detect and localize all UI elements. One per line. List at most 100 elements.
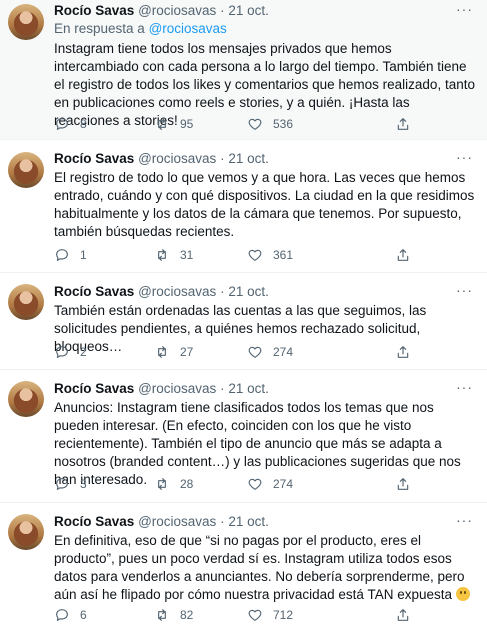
- tweet[interactable]: Rocío Savas @rociosavas · 21 oct. ··· An…: [0, 370, 487, 503]
- separator-dot: ·: [220, 381, 225, 396]
- tweet-text: El registro de todo lo que vemos y a que…: [54, 170, 475, 239]
- upside-down-face-emoji: [455, 587, 470, 601]
- retweet-count: 31: [180, 248, 194, 262]
- tweet-actions: 6 82 712: [54, 607, 473, 625]
- retweet-icon: [158, 609, 166, 621]
- like-button[interactable]: 361: [247, 247, 293, 263]
- tweet-header: Rocío Savas @rociosavas · 21 oct.: [54, 284, 269, 299]
- more-icon[interactable]: ···: [456, 512, 473, 528]
- reply-button[interactable]: 8: [54, 116, 87, 132]
- retweet-count: 27: [180, 345, 194, 359]
- author-name[interactable]: Rocío Savas: [54, 381, 134, 396]
- retweet-button[interactable]: 82: [154, 607, 193, 623]
- tweet[interactable]: Rocío Savas @rociosavas · 21 oct. ··· En…: [0, 0, 487, 140]
- share-icon: [397, 609, 409, 621]
- share-button[interactable]: [395, 344, 411, 360]
- heart-icon: [248, 609, 262, 621]
- reply-count: 8: [80, 117, 87, 131]
- separator-dot: ·: [220, 3, 225, 18]
- avatar[interactable]: [8, 284, 44, 320]
- retweet-button[interactable]: 31: [154, 247, 193, 263]
- tweet[interactable]: Rocío Savas @rociosavas · 21 oct. ··· El…: [0, 140, 487, 273]
- retweet-count: 82: [180, 608, 194, 622]
- retweet-button[interactable]: 28: [154, 476, 193, 492]
- reply-icon: [56, 249, 68, 261]
- tweet-header: Rocío Savas @rociosavas · 21 oct.: [54, 514, 269, 529]
- more-icon[interactable]: ···: [456, 379, 473, 395]
- reply-count: 1: [80, 248, 87, 262]
- author-handle[interactable]: @rociosavas: [138, 3, 216, 18]
- more-icon[interactable]: ···: [456, 149, 473, 165]
- retweet-count: 28: [180, 477, 194, 491]
- reply-icon: [56, 118, 68, 130]
- more-icon[interactable]: ···: [456, 1, 473, 17]
- like-button[interactable]: 274: [247, 476, 293, 492]
- tweet-date[interactable]: 21 oct.: [228, 514, 269, 529]
- like-count: 536: [273, 117, 294, 131]
- share-button[interactable]: [395, 116, 411, 132]
- retweet-icon: [158, 118, 166, 130]
- heart-icon: [248, 346, 262, 358]
- share-button[interactable]: [395, 247, 411, 263]
- tweet-header: Rocío Savas @rociosavas · 21 oct.: [54, 381, 269, 396]
- reply-count: 2: [80, 345, 87, 359]
- retweet-count: 95: [180, 117, 194, 131]
- author-handle[interactable]: @rociosavas: [138, 381, 216, 396]
- separator-dot: ·: [220, 514, 225, 529]
- tweet-actions: 2 27 274: [54, 344, 473, 362]
- heart-icon: [248, 478, 262, 490]
- separator-dot: ·: [220, 284, 225, 299]
- like-count: 361: [273, 248, 294, 262]
- author-handle[interactable]: @rociosavas: [138, 284, 216, 299]
- reply-to-link[interactable]: @rociosavas: [149, 21, 227, 36]
- like-count: 712: [273, 608, 294, 622]
- tweet[interactable]: Rocío Savas @rociosavas · 21 oct. ··· En…: [0, 503, 487, 635]
- share-button[interactable]: [395, 607, 411, 623]
- tweet-actions: 3 28 274: [54, 476, 473, 494]
- like-count: 274: [273, 477, 294, 491]
- author-name[interactable]: Rocío Savas: [54, 284, 134, 299]
- author-name[interactable]: Rocío Savas: [54, 151, 134, 166]
- more-icon[interactable]: ···: [456, 282, 473, 298]
- retweet-icon: [158, 346, 166, 358]
- retweet-icon: [158, 249, 166, 261]
- avatar[interactable]: [8, 381, 44, 417]
- tweet-actions: 8 95 536: [54, 116, 473, 134]
- tweet-date[interactable]: 21 oct.: [228, 3, 269, 18]
- avatar[interactable]: [8, 152, 44, 188]
- reply-count: 6: [80, 608, 87, 622]
- reply-button[interactable]: 2: [54, 344, 87, 360]
- author-name[interactable]: Rocío Savas: [54, 3, 134, 18]
- avatar[interactable]: [8, 4, 44, 40]
- reply-icon: [56, 609, 68, 621]
- retweet-button[interactable]: 95: [154, 116, 193, 132]
- author-handle[interactable]: @rociosavas: [138, 151, 216, 166]
- share-button[interactable]: [395, 476, 411, 492]
- tweet-date[interactable]: 21 oct.: [228, 284, 269, 299]
- retweet-button[interactable]: 27: [154, 344, 193, 360]
- share-icon: [397, 346, 409, 358]
- tweet-header: Rocío Savas @rociosavas · 21 oct.: [54, 3, 269, 18]
- reply-count: 3: [80, 477, 87, 491]
- tweet-date[interactable]: 21 oct.: [228, 381, 269, 396]
- avatar[interactable]: [8, 514, 44, 550]
- heart-icon: [248, 118, 262, 130]
- like-button[interactable]: 712: [247, 607, 293, 623]
- author-name[interactable]: Rocío Savas: [54, 514, 134, 529]
- reply-icon: [56, 346, 68, 358]
- like-button[interactable]: 274: [247, 344, 293, 360]
- reply-icon: [56, 478, 68, 490]
- reply-button[interactable]: 1: [54, 247, 87, 263]
- share-icon: [397, 118, 409, 130]
- thread-feed: Rocío Savas @rociosavas · 21 oct. ··· En…: [0, 0, 487, 635]
- like-button[interactable]: 536: [247, 116, 293, 132]
- reply-prefix: En respuesta a: [54, 21, 145, 36]
- reply-button[interactable]: 3: [54, 476, 87, 492]
- like-count: 274: [273, 345, 294, 359]
- reply-context: En respuesta a @rociosavas: [54, 21, 227, 36]
- tweet-text-block: En definitiva, eso de que “si no pagas p…: [54, 532, 477, 604]
- tweet[interactable]: Rocío Savas @rociosavas · 21 oct. ··· Ta…: [0, 273, 487, 370]
- tweet-date[interactable]: 21 oct.: [228, 151, 269, 166]
- reply-button[interactable]: 6: [54, 607, 87, 623]
- author-handle[interactable]: @rociosavas: [138, 514, 216, 529]
